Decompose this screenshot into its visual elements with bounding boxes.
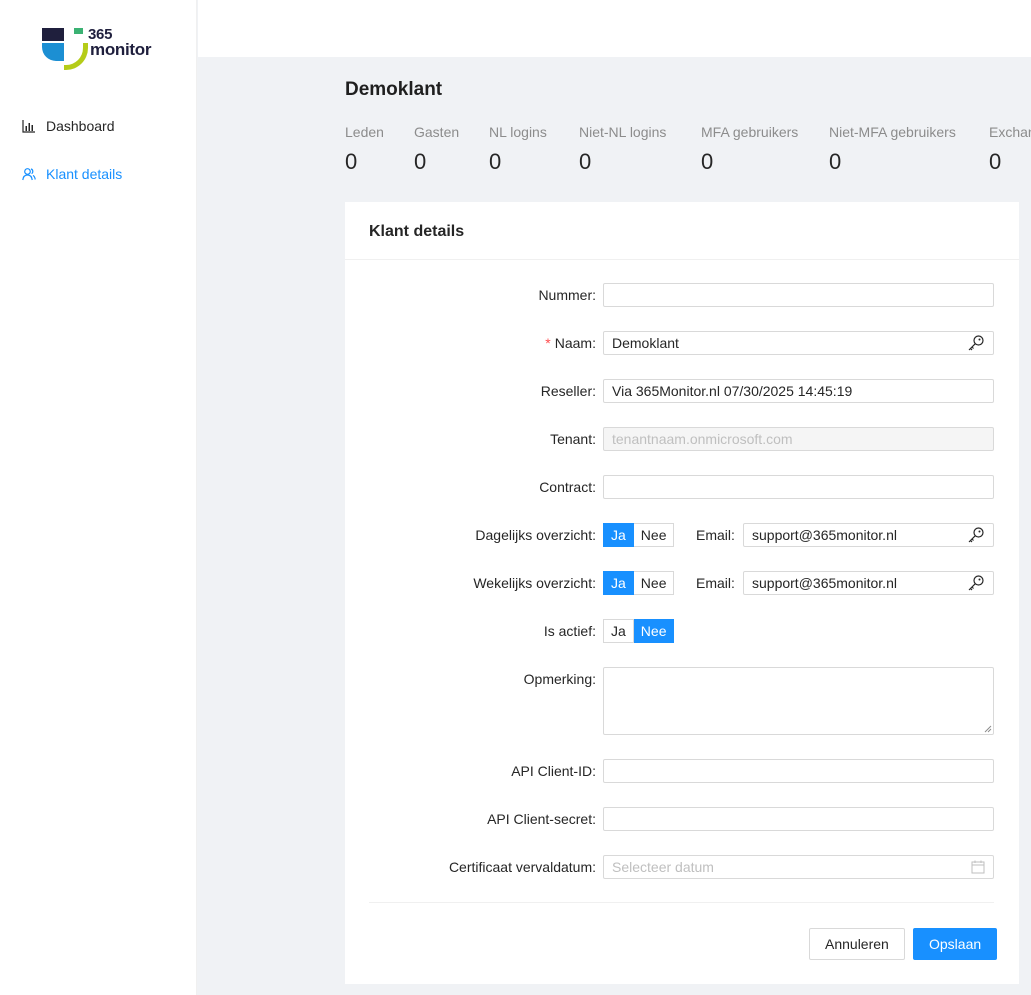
- form-row-client-id: API Client-ID:: [345, 759, 1019, 783]
- stat-value: 0: [579, 149, 592, 174]
- tenant-input: tenantnaam.onmicrosoft.com: [603, 427, 994, 451]
- form-row-contract: Contract:: [345, 475, 1019, 499]
- dagelijks-nee-button[interactable]: Nee: [633, 523, 675, 547]
- stat-label: MFA gebruikers: [701, 124, 799, 140]
- field-label: Contract:: [539, 479, 596, 495]
- field-label: Opmerking:: [523, 671, 596, 687]
- date-placeholder: Selecteer datum: [612, 859, 714, 875]
- stat-label: Leden: [345, 124, 384, 140]
- stat-niet-mfa-gebruikers: Niet-MFA gebruikers 0: [829, 124, 956, 175]
- stats-bar: Leden 0 Gasten 0 NL logins 0 Niet-NL log…: [345, 124, 1031, 184]
- actief-nee-button[interactable]: Nee: [633, 619, 675, 643]
- form-row-client-secret: API Client-secret:: [345, 807, 1019, 831]
- calendar-icon[interactable]: [971, 860, 985, 874]
- stat-value: 0: [345, 149, 358, 174]
- sidebar-item-label: Klant details: [46, 166, 123, 182]
- stat-label: NL logins: [489, 124, 547, 140]
- stat-value: 0: [701, 149, 714, 174]
- stat-exchange: Exchan 0: [989, 124, 1031, 175]
- key-icon[interactable]: [967, 334, 985, 352]
- sidebar-item-dashboard[interactable]: Dashboard: [22, 114, 115, 138]
- form-row-opmerking: Opmerking:: [345, 667, 1019, 735]
- field-label: Certificaat vervaldatum:: [448, 859, 596, 875]
- nummer-input[interactable]: [603, 283, 994, 307]
- field-label: Nummer:: [538, 287, 596, 303]
- naam-input[interactable]: Demoklant: [603, 331, 994, 355]
- form-row-tenant: Tenant: tenantnaam.onmicrosoft.com: [345, 427, 1019, 451]
- save-button[interactable]: Opslaan: [913, 928, 998, 960]
- certificaat-datepicker[interactable]: Selecteer datum: [603, 855, 994, 879]
- field-label: Reseller:: [540, 383, 596, 399]
- form-row-naam: * Naam: Demoklant: [345, 331, 1019, 355]
- sidebar-item-label: Dashboard: [46, 118, 115, 134]
- dagelijks-ja-button[interactable]: Ja: [603, 523, 634, 547]
- actief-ja-button[interactable]: Ja: [603, 619, 634, 643]
- wekelijks-ja-button[interactable]: Ja: [603, 571, 634, 595]
- key-icon[interactable]: [967, 526, 985, 544]
- logo-text-monitor: monitor: [90, 40, 152, 59]
- app-logo[interactable]: 365 monitor: [42, 24, 162, 72]
- stat-value: 0: [829, 149, 842, 174]
- email-label: Email:: [696, 575, 735, 591]
- field-label: * Naam:: [545, 335, 596, 351]
- form-row-actief: Is actief: Ja Nee: [345, 619, 1019, 643]
- dagelijks-email-input[interactable]: support@365monitor.nl: [743, 523, 994, 547]
- stat-leden: Leden 0: [345, 124, 384, 175]
- sidebar: 365 monitor Dashboard Klant details: [0, 0, 197, 995]
- dagelijks-toggle: Ja Nee: [603, 523, 675, 547]
- field-label: Dagelijks overzicht:: [475, 527, 596, 543]
- klant-details-card: Klant details Nummer: * Naam: Demoklant R…: [345, 202, 1019, 984]
- page-title: Demoklant: [345, 79, 443, 100]
- bar-chart-icon: [22, 120, 35, 133]
- stat-mfa-gebruikers: MFA gebruikers 0: [701, 124, 798, 175]
- field-label: Is actief:: [543, 623, 596, 639]
- stat-label: Exchan: [989, 124, 1031, 140]
- field-label: Wekelijks overzicht:: [473, 575, 596, 591]
- key-icon[interactable]: [967, 574, 985, 592]
- email-label: Email:: [696, 527, 735, 543]
- resize-handle-icon[interactable]: [984, 725, 992, 733]
- wekelijks-email-input[interactable]: support@365monitor.nl: [743, 571, 994, 595]
- stat-label: Niet-MFA gebruikers: [829, 124, 956, 140]
- field-label: Tenant:: [550, 431, 596, 447]
- field-label: API Client-secret:: [487, 811, 596, 827]
- stat-nl-logins: NL logins 0: [489, 124, 547, 175]
- users-icon: [22, 168, 36, 181]
- stat-value: 0: [989, 149, 1002, 174]
- form-row-nummer: Nummer:: [345, 283, 1019, 307]
- stat-label: Gasten: [414, 124, 460, 140]
- stat-value: 0: [489, 149, 502, 174]
- form-row-dagelijks: Dagelijks overzicht: Ja Nee Email: suppo…: [345, 523, 1019, 547]
- client-secret-input[interactable]: [603, 807, 994, 831]
- naam-value: Demoklant: [612, 335, 679, 351]
- form-row-certificaat: Certificaat vervaldatum: Selecteer datum: [345, 855, 1019, 879]
- sidebar-item-klant-details[interactable]: Klant details: [22, 162, 122, 186]
- contract-input[interactable]: [603, 475, 994, 499]
- form-divider: [369, 902, 994, 903]
- actief-toggle: Ja Nee: [603, 619, 675, 643]
- stat-niet-nl-logins: Niet-NL logins 0: [579, 124, 666, 175]
- form-row-wekelijks: Wekelijks overzicht: Ja Nee Email: suppo…: [345, 571, 1019, 595]
- stat-value: 0: [414, 149, 427, 174]
- wekelijks-nee-button[interactable]: Nee: [633, 571, 675, 595]
- cancel-button[interactable]: Annuleren: [809, 928, 905, 960]
- wekelijks-toggle: Ja Nee: [603, 571, 675, 595]
- stat-label: Niet-NL logins: [579, 124, 667, 140]
- client-id-input[interactable]: [603, 759, 994, 783]
- stat-gasten: Gasten 0: [414, 124, 459, 175]
- email-value: support@365monitor.nl: [752, 527, 897, 543]
- form-row-reseller: Reseller: Via 365Monitor.nl 07/30/2025 1…: [345, 379, 1019, 403]
- card-title: Klant details: [345, 202, 1019, 260]
- field-label: API Client-ID:: [511, 763, 596, 779]
- top-header: [198, 0, 1031, 57]
- opmerking-textarea[interactable]: [603, 667, 994, 735]
- email-value: support@365monitor.nl: [752, 575, 897, 591]
- reseller-input[interactable]: Via 365Monitor.nl 07/30/2025 14:45:19: [603, 379, 994, 403]
